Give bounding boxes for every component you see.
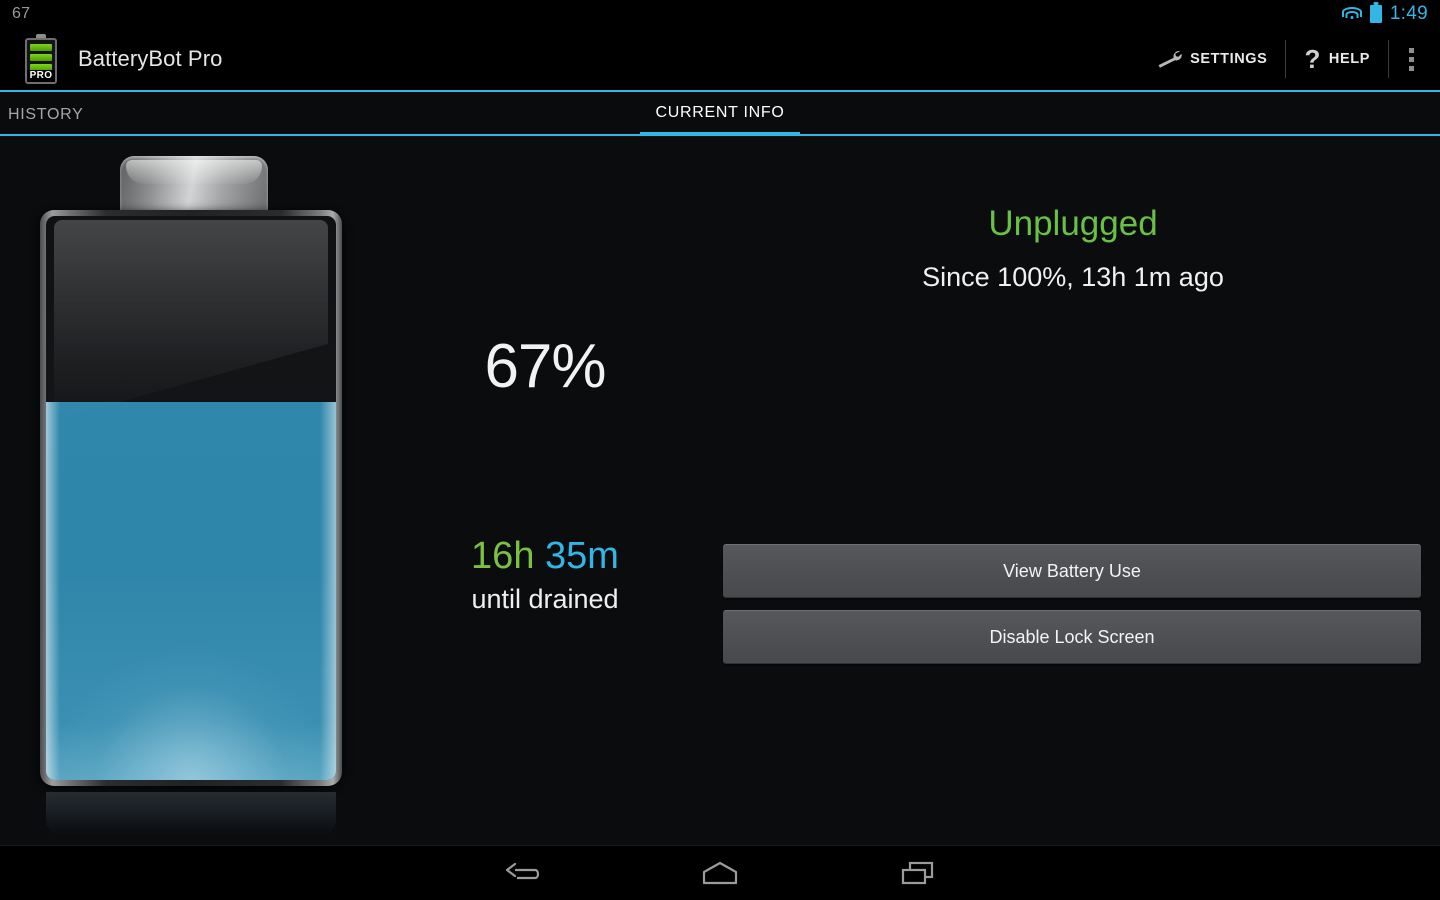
battery-icon-body: PRO (25, 38, 57, 84)
tab-current-info[interactable]: CURRENT INFO (640, 94, 800, 136)
settings-label: SETTINGS (1190, 51, 1268, 67)
help-label: HELP (1328, 51, 1370, 67)
overflow-menu-icon[interactable] (1389, 36, 1434, 82)
disable-lock-screen-button[interactable]: Disable Lock Screen (723, 610, 1421, 664)
battery-pro-icon[interactable]: PRO (22, 34, 60, 84)
app-title: BatteryBot Pro (78, 46, 223, 71)
action-buttons: View Battery Use Disable Lock Screen (723, 544, 1421, 664)
plug-status-since: Since 100%, 13h 1m ago (922, 262, 1224, 292)
status-bar-icons: 1:49 (1341, 3, 1440, 25)
status-bar: 67 1:49 (0, 0, 1440, 28)
help-button[interactable]: ? HELP (1286, 36, 1388, 82)
android-nav-bar (0, 845, 1440, 900)
plug-status: Unplugged (988, 204, 1158, 243)
question-mark-icon: ? (1304, 44, 1321, 74)
battery-segment (30, 54, 52, 61)
action-bar: PRO BatteryBot Pro SETTINGS ? HELP (0, 28, 1440, 92)
battery-segment (30, 44, 52, 51)
recents-icon[interactable] (888, 853, 948, 893)
tab-history[interactable]: HISTORY (0, 94, 83, 136)
battery-gloss-highlight (54, 220, 328, 420)
battery-reflection (46, 792, 336, 836)
battery-fill (46, 402, 336, 780)
time-remaining-hours: 16h (471, 535, 535, 577)
back-icon[interactable] (492, 853, 552, 893)
battery-shell (40, 210, 342, 786)
device-screen: 67 1:49 PRO BatteryBot Pro SETTINGS ? HE… (0, 0, 1440, 900)
tab-bar: HISTORY CURRENT INFO (0, 94, 1440, 136)
battery-level-graphic (36, 156, 346, 836)
current-info-panel: 67% 16h 35m until drained Unplugged Sinc… (0, 136, 1440, 846)
time-remaining-caption: until drained (471, 583, 619, 614)
action-bar-actions: SETTINGS ? HELP (1138, 36, 1440, 82)
home-icon[interactable] (690, 853, 750, 893)
status-bar-clock: 1:49 (1389, 3, 1428, 24)
time-remaining-minutes: 35m (545, 535, 619, 577)
battery-icon (1369, 5, 1382, 23)
wrench-icon (1156, 49, 1182, 69)
app-icon-badge: PRO (27, 70, 55, 82)
view-battery-use-button[interactable]: View Battery Use (723, 544, 1421, 598)
battery-cell (46, 216, 336, 780)
settings-button[interactable]: SETTINGS (1138, 36, 1285, 82)
battery-percent-value: 67% (484, 332, 606, 401)
status-bar-battery-percent: 67 (12, 5, 31, 22)
wifi-icon (1341, 6, 1362, 22)
time-remaining-block: 16h 35m until drained (400, 535, 690, 615)
time-remaining-value: 16h 35m (400, 535, 690, 578)
